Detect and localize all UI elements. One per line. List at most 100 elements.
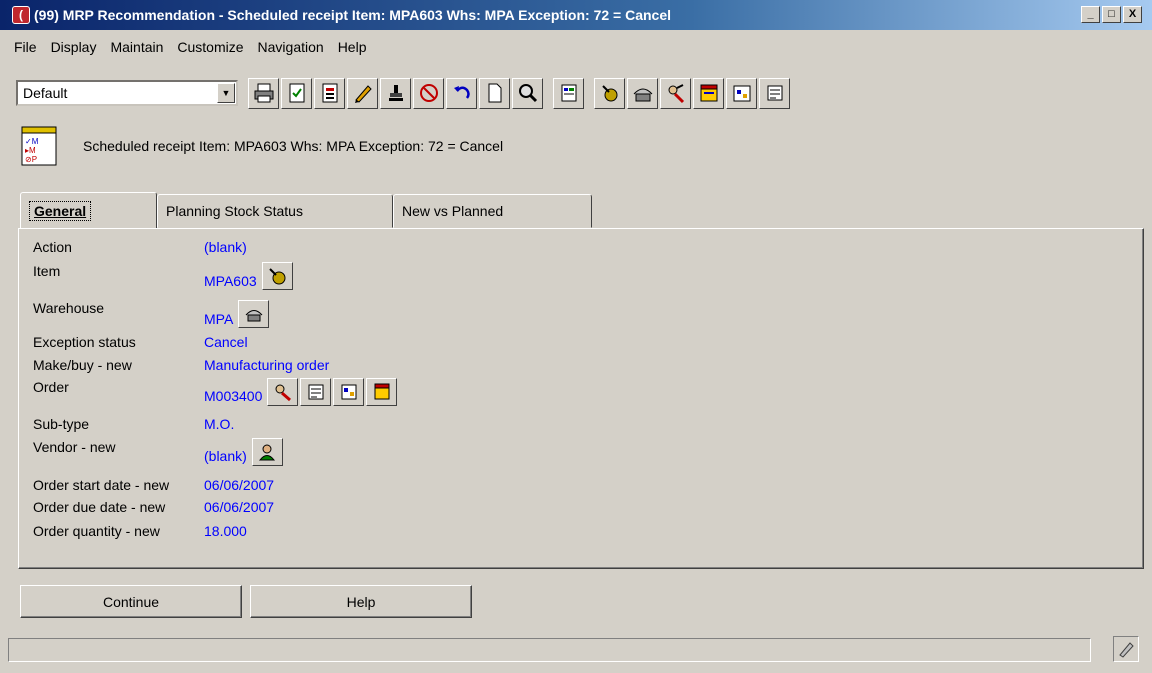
order-icon [668, 84, 684, 104]
screen-icon [561, 84, 576, 102]
undo-icon [453, 86, 470, 99]
printer-icon [254, 83, 273, 103]
menu-display[interactable]: Display [44, 36, 104, 58]
view-select[interactable]: Default ▼ [16, 80, 238, 106]
tab-planning-stock-status[interactable]: Planning Stock Status [157, 194, 393, 228]
tab-bar: General Planning Stock Status New vs Pla… [20, 192, 592, 228]
field-value-order-start-date: 06/06/2007 [204, 477, 274, 493]
status-bar [8, 638, 1091, 662]
stamp-button[interactable] [380, 77, 411, 109]
title-bar: ( (99) MRP Recommendation - Scheduled re… [0, 0, 1152, 30]
pencil-icon [354, 85, 372, 103]
field-label-exception-status: Exception status [33, 334, 136, 350]
undo-button[interactable] [446, 77, 477, 109]
close-button[interactable]: X [1123, 6, 1142, 23]
schedule-icon [341, 384, 357, 400]
order-planning-button[interactable] [366, 378, 398, 406]
new-document-button[interactable] [479, 77, 510, 109]
item-icon [601, 85, 617, 102]
action-value: (blank) [204, 239, 247, 255]
order-quantity-value: 18.000 [204, 523, 247, 539]
toolbar-group-2 [553, 77, 584, 109]
field-value-order: M003400 [204, 378, 398, 406]
field-value-order-due-date: 06/06/2007 [204, 499, 274, 515]
warehouse-value[interactable]: MPA [204, 311, 233, 327]
window-title: (99) MRP Recommendation - Scheduled rece… [34, 7, 672, 23]
order-icon [275, 384, 291, 402]
exception-status-value: Cancel [204, 334, 248, 350]
menu-file[interactable]: File [0, 36, 44, 58]
schedule-icon [733, 85, 750, 102]
field-label-sub-type: Sub-type [33, 416, 90, 432]
status-icon[interactable] [1113, 636, 1139, 662]
item-lookup-button[interactable] [261, 262, 293, 290]
menu-customize[interactable]: Customize [170, 36, 250, 58]
field-value-sub-type: M.O. [204, 416, 234, 432]
report-icon: ✓M ▸M ⊘P [21, 126, 57, 166]
field-label-order-quantity: Order quantity - new [33, 523, 160, 539]
help-button[interactable]: Help [250, 585, 472, 618]
menu-maintain[interactable]: Maintain [103, 36, 170, 58]
vendor-value[interactable]: (blank) [204, 448, 247, 464]
field-value-vendor: (blank) [204, 438, 283, 466]
tab-planning-stock-status-label: Planning Stock Status [166, 203, 303, 219]
warehouse-lookup-button[interactable] [238, 300, 270, 328]
toolbar-group-3 [594, 77, 790, 109]
screen-button[interactable] [553, 77, 584, 109]
find-button[interactable] [512, 77, 543, 109]
tab-new-vs-planned[interactable]: New vs Planned [393, 194, 592, 228]
field-label-order: Order [33, 379, 69, 395]
tab-general[interactable]: General [20, 192, 157, 228]
print-button[interactable] [248, 77, 279, 109]
report-button[interactable] [314, 77, 345, 109]
planning-button[interactable] [693, 77, 724, 109]
field-label-make-buy: Make/buy - new [33, 357, 132, 373]
sub-type-value: M.O. [204, 416, 235, 432]
schedule-button[interactable] [726, 77, 757, 109]
warehouse-icon [245, 310, 263, 322]
order-schedule-button[interactable] [333, 378, 365, 406]
new-document-icon [488, 83, 501, 103]
minimize-button[interactable]: _ [1081, 6, 1100, 23]
item-value[interactable]: MPA603 [204, 273, 257, 289]
menu-help[interactable]: Help [331, 36, 374, 58]
edit-button[interactable] [347, 77, 378, 109]
order-lookup-button[interactable] [267, 378, 299, 406]
chevron-down-icon[interactable]: ▼ [217, 83, 235, 103]
item-buttons [261, 262, 293, 290]
cancel-button[interactable] [413, 77, 444, 109]
checklist-button[interactable] [281, 77, 312, 109]
pencil-icon [1119, 642, 1134, 658]
menu-navigation[interactable]: Navigation [251, 36, 331, 58]
order-value[interactable]: M003400 [204, 388, 262, 404]
stamp-icon [388, 85, 403, 101]
field-value-action: (blank) [204, 239, 247, 255]
vendor-icon [259, 444, 276, 461]
vendor-lookup-button[interactable] [251, 438, 283, 466]
vendor-buttons [251, 438, 283, 466]
svg-text:⊘P: ⊘P [25, 155, 37, 164]
toolbar: Default ▼ [16, 76, 790, 110]
routing-button[interactable] [759, 77, 790, 109]
record-header: ✓M ▸M ⊘P Scheduled receipt Item: MPA603 … [19, 124, 503, 168]
svg-text:▸M: ▸M [25, 146, 36, 155]
tab-general-label: General [29, 200, 92, 221]
item-button[interactable] [594, 77, 625, 109]
routing-icon [767, 85, 782, 101]
warehouse-button[interactable] [627, 77, 658, 109]
warehouse-icon [633, 88, 652, 102]
tab-new-vs-planned-label: New vs Planned [402, 203, 504, 219]
svg-text:✓M: ✓M [25, 137, 39, 146]
order-routing-button[interactable] [300, 378, 332, 406]
field-value-warehouse: MPA [204, 300, 270, 328]
order-button[interactable] [660, 77, 691, 109]
continue-button[interactable]: Continue [20, 585, 242, 618]
field-value-item: MPA603 [204, 262, 293, 290]
view-select-value: Default [23, 85, 68, 101]
item-icon [269, 268, 286, 285]
maximize-button[interactable]: □ [1102, 6, 1121, 23]
checklist-icon [289, 83, 304, 103]
routing-icon [308, 384, 324, 400]
app-icon[interactable]: ( [12, 6, 30, 24]
field-value-order-quantity: 18.000 [204, 523, 247, 539]
